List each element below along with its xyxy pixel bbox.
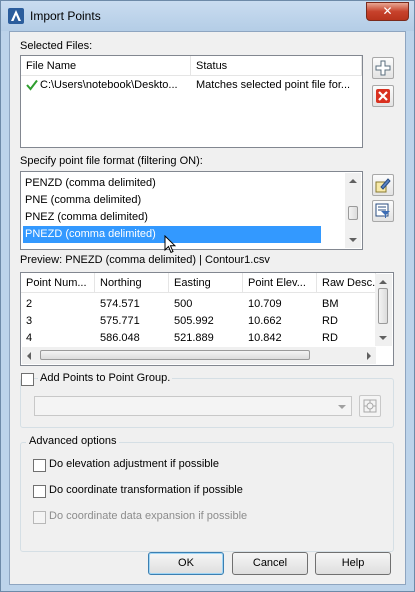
selected-file-row[interactable]: C:\Users\notebook\Deskto... Matches sele… <box>21 77 362 93</box>
format-list-scrollbar[interactable] <box>345 173 361 248</box>
column-header-northing[interactable]: Northing <box>95 273 169 293</box>
cell-raw-description: RD <box>322 332 338 342</box>
window-title: Import Points <box>30 9 101 23</box>
format-item[interactable]: PNEZ (comma delimited) <box>23 209 321 226</box>
file-name-cell: C:\Users\notebook\Deskto... <box>40 79 178 91</box>
selected-files-header: File Name Status <box>21 56 362 76</box>
coordinate-transformation-label: Do coordinate transformation if possible <box>49 484 243 496</box>
scroll-right-arrow-icon[interactable] <box>367 352 371 360</box>
scroll-thumb[interactable] <box>348 206 358 220</box>
coordinate-expansion-label: Do coordinate data expansion if possible <box>49 510 248 522</box>
column-header-easting[interactable]: Easting <box>169 273 243 293</box>
scroll-thumb[interactable] <box>40 350 310 360</box>
preview-header: Point Num... Northing Easting Point Elev… <box>21 273 376 293</box>
format-manager-button[interactable] <box>372 174 394 196</box>
plus-icon <box>375 60 391 76</box>
scroll-left-arrow-icon[interactable] <box>27 352 31 360</box>
format-filter-button[interactable] <box>372 200 394 222</box>
cell-northing: 575.771 <box>100 315 140 327</box>
chevron-down-icon[interactable] <box>338 405 346 409</box>
coordinate-transformation-checkbox[interactable] <box>33 485 46 498</box>
civil3d-app-icon <box>8 8 24 24</box>
cell-easting: 505.992 <box>174 315 214 327</box>
preview-horizontal-scrollbar[interactable] <box>22 347 376 364</box>
cell-point-number: 3 <box>26 315 33 327</box>
format-label: Specify point file format (filtering ON)… <box>20 155 203 167</box>
cell-elevation: 10.842 <box>248 332 282 342</box>
pick-point-group-button[interactable] <box>359 395 381 417</box>
coordinate-expansion-checkbox[interactable] <box>33 511 46 524</box>
dialog-body: Selected Files: File Name Status C:\User… <box>9 31 406 585</box>
close-button[interactable]: ✕ <box>366 2 409 21</box>
help-button[interactable]: Help <box>315 552 391 575</box>
red-x-icon <box>376 89 390 103</box>
add-file-button[interactable] <box>372 57 394 79</box>
cell-elevation: 10.709 <box>248 298 282 310</box>
cell-easting: 500 <box>174 298 193 310</box>
scroll-thumb[interactable] <box>378 288 388 324</box>
cell-raw-description: BM <box>322 298 339 310</box>
cell-northing: 586.048 <box>100 332 140 342</box>
column-header-point-number[interactable]: Point Num... <box>21 273 95 293</box>
scroll-down-arrow-icon[interactable] <box>379 336 387 340</box>
column-header-status[interactable]: Status <box>191 56 362 76</box>
filter-list-icon <box>375 203 390 218</box>
scroll-up-arrow-icon[interactable] <box>379 280 387 284</box>
preview-row: 3 575.771 505.992 10.662 RD <box>21 313 376 329</box>
elevation-adjustment-checkbox[interactable] <box>33 459 46 472</box>
advanced-options-title: Advanced options <box>26 435 120 447</box>
column-header-point-elevation[interactable]: Point Elev... <box>243 273 317 293</box>
cell-point-number: 4 <box>26 332 33 342</box>
selected-files-label: Selected Files: <box>20 40 93 52</box>
preview-grid[interactable]: Point Num... Northing Easting Point Elev… <box>20 272 394 366</box>
point-group-combo[interactable] <box>34 396 352 416</box>
preview-vertical-scrollbar[interactable] <box>375 274 392 346</box>
cell-elevation: 10.662 <box>248 315 282 327</box>
scroll-down-arrow-icon[interactable] <box>349 238 357 242</box>
scroll-up-arrow-icon[interactable] <box>349 179 357 183</box>
add-to-point-group-label: Add Points to Point Group. <box>38 372 173 384</box>
ok-button[interactable]: OK <box>148 552 224 575</box>
preview-row: 4 586.048 521.889 10.842 RD <box>21 330 376 342</box>
column-header-raw-description[interactable]: Raw Desc. <box>317 273 376 293</box>
mouse-cursor-icon <box>164 235 176 254</box>
title-bar: Import Points ✕ <box>1 1 414 31</box>
cancel-button[interactable]: Cancel <box>232 552 308 575</box>
file-status-cell: Matches selected point file for... <box>196 79 351 91</box>
elevation-adjustment-label: Do elevation adjustment if possible <box>49 458 219 470</box>
cell-northing: 574.571 <box>100 298 140 310</box>
format-item[interactable]: PNE (comma delimited) <box>23 192 321 209</box>
format-list[interactable]: PENZD (comma delimited) PNE (comma delim… <box>20 171 363 254</box>
import-points-dialog: Import Points ✕ Selected Files: File Nam… <box>0 0 415 592</box>
column-header-file-name[interactable]: File Name <box>21 56 191 76</box>
cell-point-number: 2 <box>26 298 33 310</box>
selected-files-list[interactable]: File Name Status C:\Users\notebook\Deskt… <box>20 55 363 148</box>
cell-raw-description: RD <box>322 315 338 327</box>
cell-easting: 521.889 <box>174 332 214 342</box>
point-group-properties-icon <box>363 399 377 413</box>
add-to-point-group-checkbox[interactable] <box>21 373 34 386</box>
edit-format-icon <box>375 178 391 193</box>
remove-file-button[interactable] <box>372 85 394 107</box>
preview-label: Preview: PNEZD (comma delimited) | Conto… <box>20 254 270 266</box>
preview-row: 2 574.571 500 10.709 BM <box>21 296 376 312</box>
format-item[interactable]: PENZD (comma delimited) <box>23 175 321 192</box>
